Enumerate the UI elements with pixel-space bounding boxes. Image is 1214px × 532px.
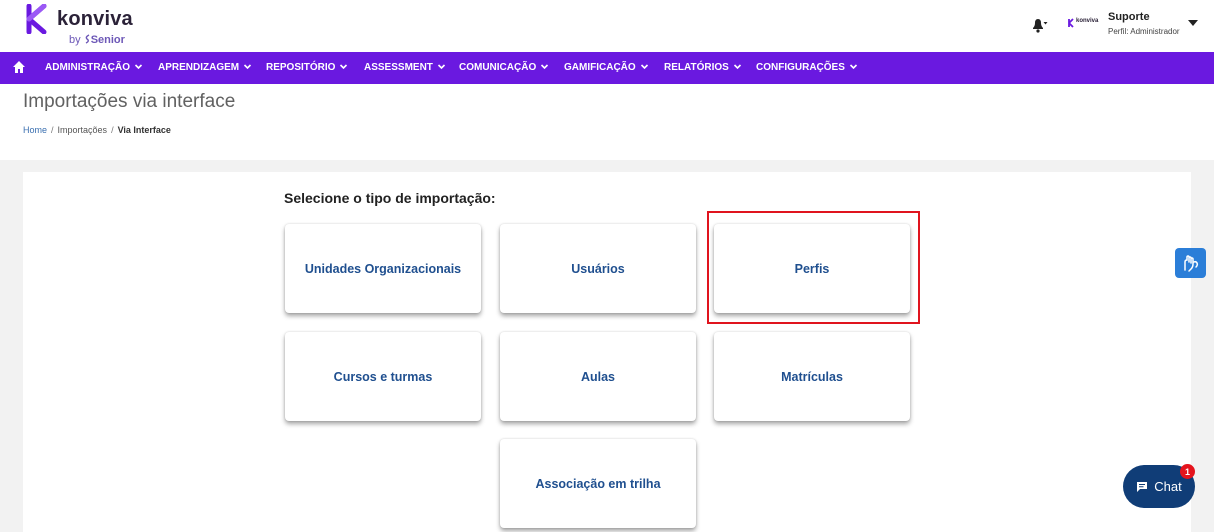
user-org-logo: konviva bbox=[1068, 17, 1100, 31]
nav-label: COMUNICAÇÃO bbox=[459, 62, 537, 73]
breadcrumb-separator: / bbox=[111, 125, 114, 135]
import-card-usuarios[interactable]: Usuários bbox=[500, 224, 696, 313]
nav-label: ASSESSMENT bbox=[364, 62, 433, 73]
card-label: Unidades Organizacionais bbox=[304, 261, 462, 276]
chevron-down-icon bbox=[541, 64, 549, 70]
main-nav: ADMINISTRAÇÃO APRENDIZAGEM REPOSITÓRIO A… bbox=[0, 52, 1214, 84]
brand-by-senior: by Senior bbox=[69, 34, 125, 46]
nav-label: GAMIFICAÇÃO bbox=[564, 62, 636, 73]
chat-bubble-icon bbox=[1137, 481, 1148, 492]
konviva-logo[interactable]: konviva by Senior bbox=[26, 4, 136, 48]
chevron-down-icon bbox=[134, 64, 143, 70]
user-profile: Perfil: Administrador bbox=[1108, 27, 1180, 36]
senior-icon bbox=[85, 34, 90, 44]
chat-notification-badge: 1 bbox=[1180, 464, 1195, 479]
chevron-down-icon bbox=[437, 64, 445, 70]
sign-language-hands-icon bbox=[1183, 255, 1198, 272]
nav-configuracoes[interactable]: CONFIGURAÇÕES bbox=[756, 52, 858, 84]
card-label: Matrículas bbox=[781, 369, 843, 384]
card-label: Perfis bbox=[794, 261, 830, 276]
import-card-perfis[interactable]: Perfis bbox=[714, 224, 910, 313]
breadcrumb: Home / Importações / Via Interface bbox=[23, 125, 171, 135]
top-header: konviva by Senior konviva Suporte Perfil… bbox=[0, 0, 1214, 52]
breadcrumb-separator: / bbox=[51, 125, 54, 135]
page-header: Importações via interface Home / Importaçõ… bbox=[0, 84, 1214, 160]
chevron-down-icon bbox=[640, 64, 648, 70]
nav-label: CONFIGURAÇÕES bbox=[756, 62, 845, 73]
nav-assessment[interactable]: ASSESSMENT bbox=[364, 52, 446, 84]
user-menu-caret-icon[interactable] bbox=[1188, 20, 1198, 26]
chevron-down-icon bbox=[849, 64, 857, 70]
brand-by: by bbox=[69, 34, 81, 46]
user-name[interactable]: Suporte bbox=[1108, 11, 1150, 23]
card-label: Aulas bbox=[580, 369, 616, 384]
user-logo-text: konviva bbox=[1076, 18, 1099, 24]
card-label: Cursos e turmas bbox=[333, 369, 433, 384]
nav-label: ADMINISTRAÇÃO bbox=[45, 62, 130, 73]
import-card-unidades-organizacionais[interactable]: Unidades Organizacionais bbox=[285, 224, 481, 313]
brand-company: Senior bbox=[90, 34, 125, 46]
import-card-associacao-em-trilha[interactable]: Associação em trilha bbox=[500, 439, 696, 528]
chat-label: Chat bbox=[1154, 479, 1182, 494]
konviva-logo-mark-icon bbox=[26, 4, 47, 34]
nav-label: RELATÓRIOS bbox=[664, 62, 729, 73]
nav-comunicacao[interactable]: COMUNICAÇÃO bbox=[459, 52, 549, 84]
nav-repositorio[interactable]: REPOSITÓRIO bbox=[266, 52, 348, 84]
import-card-aulas[interactable]: Aulas bbox=[500, 332, 696, 421]
nav-relatorios[interactable]: RELATÓRIOS bbox=[664, 52, 742, 84]
card-label: Usuários bbox=[571, 261, 625, 276]
breadcrumb-current: Via Interface bbox=[117, 125, 171, 135]
nav-label: APRENDIZAGEM bbox=[158, 62, 240, 73]
brand-name: konviva bbox=[57, 8, 133, 30]
nav-administracao[interactable]: ADMINISTRAÇÃO bbox=[45, 52, 143, 84]
chevron-down-icon bbox=[244, 64, 252, 70]
nav-label: REPOSITÓRIO bbox=[266, 62, 336, 73]
notification-bell-icon[interactable] bbox=[1030, 16, 1048, 34]
import-card-cursos-e-turmas[interactable]: Cursos e turmas bbox=[285, 332, 481, 421]
card-label: Associação em trilha bbox=[535, 476, 661, 491]
import-card-matriculas[interactable]: Matrículas bbox=[714, 332, 910, 421]
home-icon[interactable] bbox=[12, 60, 26, 74]
import-type-prompt: Selecione o tipo de importação: bbox=[284, 190, 496, 206]
chevron-down-icon bbox=[733, 64, 741, 70]
accessibility-button[interactable] bbox=[1175, 248, 1206, 278]
breadcrumb-importacoes[interactable]: Importações bbox=[58, 125, 108, 135]
nav-gamificacao[interactable]: GAMIFICAÇÃO bbox=[564, 52, 649, 84]
breadcrumb-home[interactable]: Home bbox=[23, 125, 47, 135]
chevron-down-icon bbox=[340, 64, 348, 70]
nav-aprendizagem[interactable]: APRENDIZAGEM bbox=[158, 52, 252, 84]
page-title: Importações via interface bbox=[23, 91, 236, 112]
